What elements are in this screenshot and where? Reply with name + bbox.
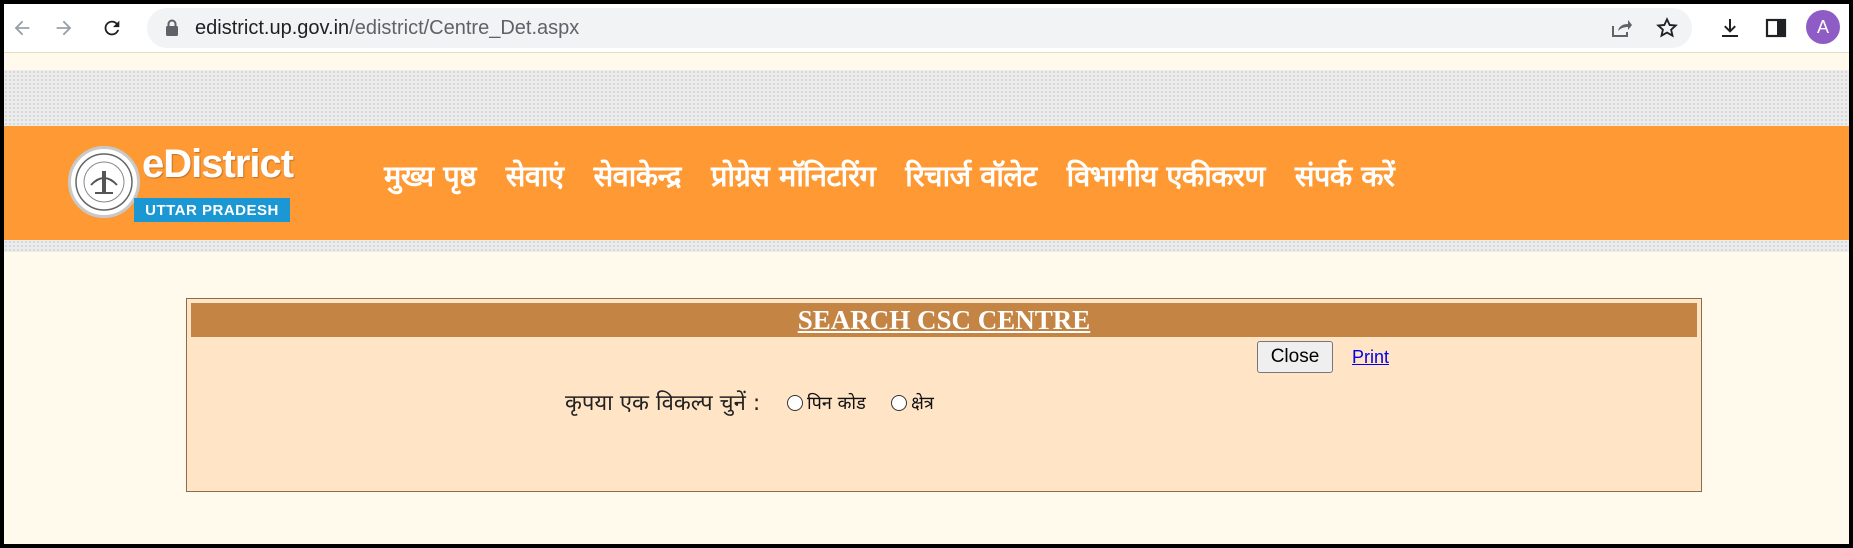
choose-option-label: कृपया एक विकल्प चुनें :	[565, 391, 761, 416]
pincode-radio[interactable]	[787, 395, 803, 411]
up-emblem-icon	[68, 146, 140, 218]
star-icon[interactable]	[1654, 16, 1680, 40]
menu-item-services[interactable]: सेवाएं	[506, 156, 564, 200]
lock-icon[interactable]	[165, 19, 179, 41]
panel-title: SEARCH CSC CENTRE	[191, 303, 1697, 337]
download-icon[interactable]	[1716, 14, 1744, 42]
profile-avatar[interactable]: A	[1806, 10, 1840, 44]
close-button[interactable]: Close	[1257, 341, 1333, 373]
menu-item-recharge-wallet[interactable]: रिचार्ज वॉलेट	[905, 156, 1037, 200]
share-icon[interactable]	[1608, 16, 1634, 40]
menu-item-home[interactable]: मुख्य पृष्ठ	[384, 156, 476, 200]
forward-arrow-icon[interactable]	[48, 12, 80, 44]
browser-window: edistrict.up.gov.in/edistrict/Centre_Det…	[4, 4, 1849, 544]
header-bottom-pattern	[4, 240, 1849, 252]
back-arrow-icon[interactable]	[6, 12, 38, 44]
menu-item-departmental-integration[interactable]: विभागीय एकीकरण	[1067, 156, 1266, 200]
print-link[interactable]: Print	[1352, 347, 1389, 368]
pincode-radio-label[interactable]: पिन कोड	[807, 391, 866, 415]
area-radio[interactable]	[891, 395, 907, 411]
browser-toolbar: edistrict.up.gov.in/edistrict/Centre_Det…	[4, 4, 1849, 53]
menu-item-service-centres[interactable]: सेवाकेन्द्र	[594, 156, 682, 200]
main-menu: मुख्य पृष्ठ सेवाएं सेवाकेन्द्र प्रोग्रेस…	[384, 156, 1395, 200]
state-badge: UTTAR PRADESH	[134, 198, 290, 222]
edistrict-logo[interactable]: eDistrict UTTAR PRADESH	[68, 142, 294, 224]
menu-item-progress-monitoring[interactable]: प्रोग्रेस मॉनिटरिंग	[711, 156, 876, 200]
option-pincode[interactable]: पिन कोड	[787, 391, 866, 415]
brand-name: eDistrict	[142, 142, 294, 186]
header-top-pattern	[4, 70, 1849, 128]
reload-icon[interactable]	[96, 12, 128, 44]
address-bar[interactable]: edistrict.up.gov.in/edistrict/Centre_Det…	[147, 8, 1692, 48]
search-csc-panel: SEARCH CSC CENTRE Close Print कृपया एक व…	[186, 298, 1702, 492]
option-area[interactable]: क्षेत्र	[891, 391, 934, 415]
side-panel-icon[interactable]	[1762, 14, 1790, 42]
area-radio-label[interactable]: क्षेत्र	[911, 391, 934, 415]
menu-item-contact[interactable]: संपर्क करें	[1295, 156, 1395, 200]
url-text: edistrict.up.gov.in/edistrict/Centre_Det…	[195, 17, 580, 39]
